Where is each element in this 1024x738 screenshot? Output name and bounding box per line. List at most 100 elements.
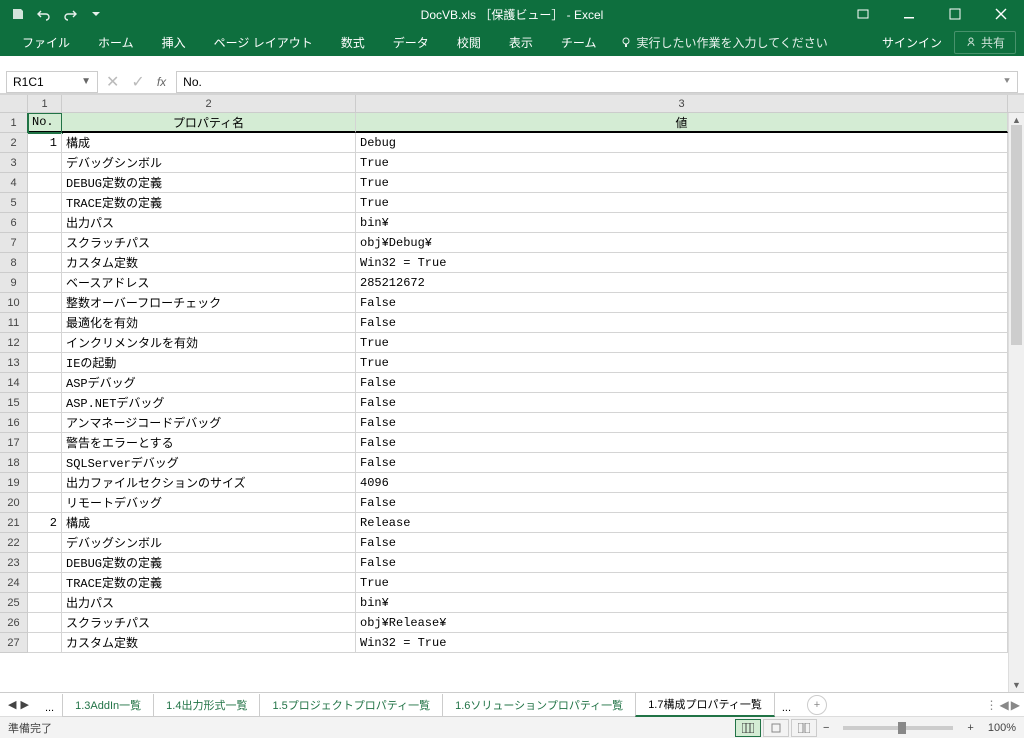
- cell[interactable]: [28, 293, 62, 313]
- cell[interactable]: 出力パス: [62, 213, 356, 233]
- cell[interactable]: IEの起動: [62, 353, 356, 373]
- cell[interactable]: bin¥: [356, 213, 1008, 233]
- cell[interactable]: カスタム定数: [62, 633, 356, 653]
- cell[interactable]: No.: [28, 113, 62, 133]
- row-header[interactable]: 21: [0, 513, 28, 533]
- cell[interactable]: False: [356, 433, 1008, 453]
- cell[interactable]: True: [356, 153, 1008, 173]
- horizontal-scrollbar[interactable]: ⋮ ◀ ▶: [986, 698, 1024, 712]
- cell[interactable]: True: [356, 193, 1008, 213]
- scroll-down-button[interactable]: ▼: [1009, 678, 1024, 692]
- cell[interactable]: [28, 473, 62, 493]
- cell[interactable]: [28, 613, 62, 633]
- hscroll-right[interactable]: ▶: [1011, 698, 1020, 712]
- cell[interactable]: カスタム定数: [62, 253, 356, 273]
- cell[interactable]: 4096: [356, 473, 1008, 493]
- cell[interactable]: False: [356, 493, 1008, 513]
- select-all-corner[interactable]: [0, 95, 28, 112]
- tab-view[interactable]: 表示: [495, 28, 547, 56]
- cell[interactable]: [28, 273, 62, 293]
- zoom-thumb[interactable]: [898, 722, 906, 734]
- undo-button[interactable]: [32, 2, 56, 26]
- name-box[interactable]: R1C1 ▼: [6, 71, 98, 93]
- cell[interactable]: [28, 213, 62, 233]
- cell[interactable]: Release: [356, 513, 1008, 533]
- sheet-tab[interactable]: 1.6ソリューションプロパティ一覧: [442, 694, 636, 717]
- cell[interactable]: True: [356, 173, 1008, 193]
- cell[interactable]: 値: [356, 113, 1008, 133]
- cell[interactable]: TRACE定数の定義: [62, 193, 356, 213]
- cell[interactable]: [28, 413, 62, 433]
- cell[interactable]: [28, 153, 62, 173]
- tab-review[interactable]: 校閲: [443, 28, 495, 56]
- cell[interactable]: DEBUG定数の定義: [62, 553, 356, 573]
- row-header[interactable]: 12: [0, 333, 28, 353]
- cell[interactable]: ASP.NETデバッグ: [62, 393, 356, 413]
- row-header[interactable]: 19: [0, 473, 28, 493]
- tab-overflow-right[interactable]: ...: [774, 699, 799, 717]
- cell[interactable]: bin¥: [356, 593, 1008, 613]
- cell[interactable]: 構成: [62, 513, 356, 533]
- cell[interactable]: False: [356, 313, 1008, 333]
- row-header[interactable]: 20: [0, 493, 28, 513]
- row-header[interactable]: 1: [0, 113, 28, 133]
- row-header[interactable]: 17: [0, 433, 28, 453]
- zoom-in-button[interactable]: +: [963, 722, 977, 734]
- cell[interactable]: DEBUG定数の定義: [62, 173, 356, 193]
- cell[interactable]: スクラッチパス: [62, 233, 356, 253]
- vertical-scrollbar[interactable]: ▲ ▼: [1008, 113, 1024, 692]
- row-header[interactable]: 25: [0, 593, 28, 613]
- cell[interactable]: [28, 333, 62, 353]
- cell[interactable]: [28, 393, 62, 413]
- cell[interactable]: [28, 453, 62, 473]
- add-sheet-button[interactable]: +: [807, 695, 827, 715]
- col-header-1[interactable]: 1: [28, 95, 62, 112]
- col-header-3[interactable]: 3: [356, 95, 1008, 112]
- ribbon-display-button[interactable]: [840, 0, 886, 28]
- cell[interactable]: デバッグシンボル: [62, 153, 356, 173]
- cell[interactable]: デバッグシンボル: [62, 533, 356, 553]
- zoom-slider[interactable]: [843, 726, 953, 730]
- scroll-thumb[interactable]: [1011, 125, 1022, 345]
- cell[interactable]: インクリメンタルを有効: [62, 333, 356, 353]
- cell[interactable]: スクラッチパス: [62, 613, 356, 633]
- col-header-2[interactable]: 2: [62, 95, 356, 112]
- tab-home[interactable]: ホーム: [84, 28, 148, 56]
- grid-body[interactable]: 1No.プロパティ名値21構成Debug3デバッグシンボルTrue4DEBUG定…: [0, 113, 1024, 673]
- chevron-down-icon[interactable]: ▼: [81, 76, 91, 87]
- cell[interactable]: Win32 = True: [356, 633, 1008, 653]
- normal-view-button[interactable]: [735, 719, 761, 737]
- redo-button[interactable]: [58, 2, 82, 26]
- cell[interactable]: 警告をエラーとする: [62, 433, 356, 453]
- share-button[interactable]: 共有: [954, 31, 1016, 54]
- cell[interactable]: False: [356, 553, 1008, 573]
- row-header[interactable]: 24: [0, 573, 28, 593]
- cancel-icon[interactable]: ✕: [106, 72, 119, 92]
- signin-link[interactable]: サインイン: [882, 34, 942, 51]
- cell[interactable]: 2: [28, 513, 62, 533]
- cell[interactable]: [28, 593, 62, 613]
- row-header[interactable]: 7: [0, 233, 28, 253]
- row-header[interactable]: 10: [0, 293, 28, 313]
- tab-team[interactable]: チーム: [547, 28, 611, 56]
- row-header[interactable]: 9: [0, 273, 28, 293]
- tab-insert[interactable]: 挿入: [148, 28, 200, 56]
- page-break-view-button[interactable]: [791, 719, 817, 737]
- cell[interactable]: False: [356, 413, 1008, 433]
- tab-formulas[interactable]: 数式: [327, 28, 379, 56]
- row-header[interactable]: 16: [0, 413, 28, 433]
- cell[interactable]: [28, 633, 62, 653]
- row-header[interactable]: 18: [0, 453, 28, 473]
- cell[interactable]: obj¥Release¥: [356, 613, 1008, 633]
- cell[interactable]: Debug: [356, 133, 1008, 153]
- cell[interactable]: False: [356, 533, 1008, 553]
- cell[interactable]: [28, 313, 62, 333]
- sheet-tab[interactable]: 1.5プロジェクトプロパティ一覧: [259, 694, 443, 717]
- cell[interactable]: False: [356, 453, 1008, 473]
- cell[interactable]: プロパティ名: [62, 113, 356, 133]
- row-header[interactable]: 23: [0, 553, 28, 573]
- zoom-out-button[interactable]: −: [819, 722, 833, 734]
- cell[interactable]: [28, 233, 62, 253]
- sheet-tab[interactable]: 1.3AddIn一覧: [62, 694, 154, 717]
- row-header[interactable]: 3: [0, 153, 28, 173]
